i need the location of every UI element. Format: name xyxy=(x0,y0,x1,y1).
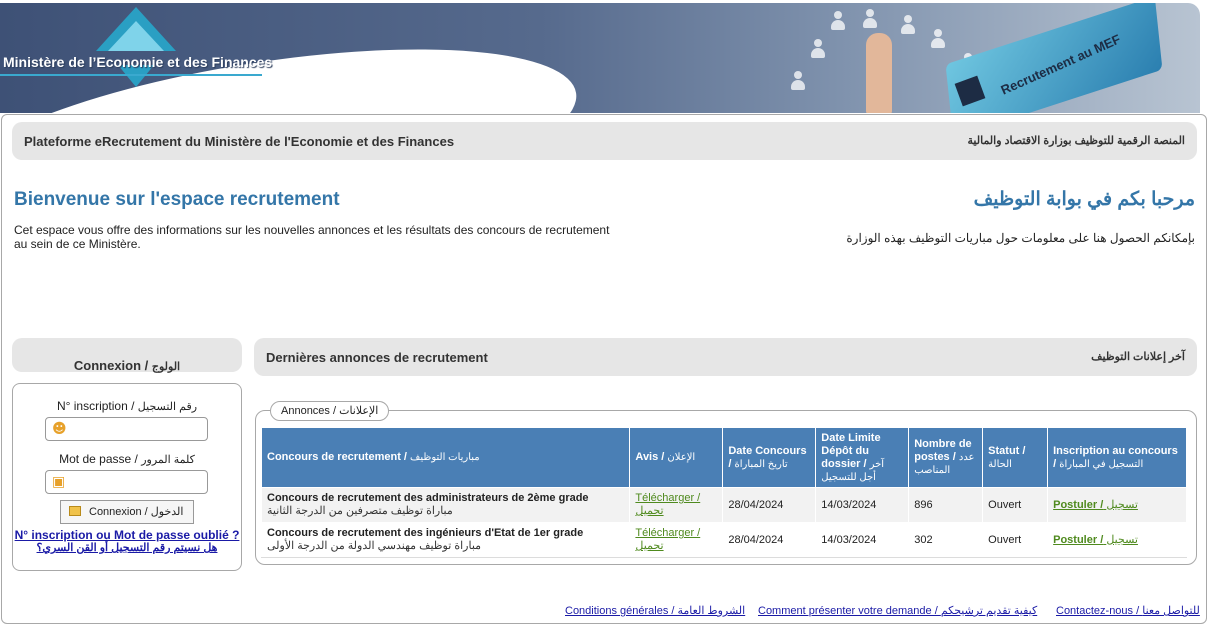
footer-howto-link[interactable]: Comment présenter votre demande / كيفية … xyxy=(758,604,1037,617)
user-icon: ☻ xyxy=(52,421,67,437)
platform-title-bar: Plateforme eRecrutement du Ministère de … xyxy=(12,122,1197,160)
announcements-title-fr: Dernières annonces de recrutement xyxy=(266,350,488,365)
login-header-label: Connexion / الولوج xyxy=(74,348,180,373)
announcements-header: Dernières annonces de recrutement آخر إع… xyxy=(254,338,1197,376)
inscription-label-ar: رقم التسجيل xyxy=(137,401,198,413)
nombre-postes: 896 xyxy=(908,487,984,523)
col-header-concours: Concours de recrutement / مباريات التوظي… xyxy=(260,427,631,488)
inscription-label: N° inscription / رقم التسجيل xyxy=(12,399,242,413)
avis-cell: Télécharger / تحميل xyxy=(629,522,724,558)
download-avis-link[interactable]: Télécharger / تحميل xyxy=(635,527,700,552)
postuler-link[interactable]: Postuler / تسجيل xyxy=(1053,534,1138,546)
statut: Ouvert xyxy=(982,487,1049,523)
col-header-postes: Nombre de postes / عدد المناصب xyxy=(908,427,984,488)
footer-contact-link[interactable]: Contactez-nous / للتواصل معنا xyxy=(1056,604,1200,617)
password-label-fr: Mot de passe / xyxy=(59,452,138,466)
table-row: Concours de recrutement des ingénieurs d… xyxy=(260,522,1187,558)
envelope-icon xyxy=(69,506,81,516)
login-header: Connexion / الولوج xyxy=(12,338,242,373)
password-label: Mot de passe / كلمة المرور xyxy=(12,452,242,466)
password-input[interactable]: ▣ xyxy=(45,470,208,494)
postuler-link[interactable]: Postuler / تسجيل xyxy=(1053,499,1138,511)
footer-conditions-link[interactable]: Conditions générales / الشروط العامة xyxy=(565,604,745,617)
inscription-label-fr: N° inscription / xyxy=(56,399,135,413)
platform-title-fr: Plateforme eRecrutement du Ministère de … xyxy=(24,134,455,149)
forgot-credentials-link[interactable]: N° inscription ou Mot de passe oublié ? … xyxy=(12,529,242,555)
nombre-postes: 302 xyxy=(908,522,984,558)
col-header-date-concours: Date Concours / تاريخ المباراة xyxy=(722,427,817,488)
login-header-ar: الولوج xyxy=(151,361,181,373)
inscription-cell: Postuler / تسجيل xyxy=(1047,522,1187,558)
ministry-underline xyxy=(0,74,262,76)
download-avis-link[interactable]: Télécharger / تحميل xyxy=(635,492,700,517)
login-button-fr: Connexion / xyxy=(89,506,148,518)
concours-title: Concours de recrutement des administrate… xyxy=(260,487,631,523)
date-concours: 28/04/2024 xyxy=(722,522,817,558)
login-button[interactable]: Connexion / الدخول xyxy=(60,500,194,524)
date-limite: 14/03/2024 xyxy=(815,487,910,523)
date-concours: 28/04/2024 xyxy=(722,487,817,523)
date-limite: 14/03/2024 xyxy=(815,522,910,558)
welcome-title-fr: Bienvenue sur l'espace recrutement xyxy=(14,189,340,210)
col-header-statut: Statut / الحالة xyxy=(982,427,1049,488)
inscription-input[interactable]: ☻ xyxy=(45,417,208,441)
announcements-title-ar: آخر إعلانات التوظيف xyxy=(1091,351,1185,363)
col-header-inscription: Inscription au concours / التسجيل في الم… xyxy=(1047,427,1187,488)
table-row: Concours de recrutement des administrate… xyxy=(260,487,1187,523)
ministry-name: Ministère de l’Economie et des Finances xyxy=(3,54,273,70)
header-banner: Ministère de l’Economie et des Finances … xyxy=(0,3,1200,113)
login-button-ar: الدخول xyxy=(150,506,184,518)
announcements-table: Concours de recrutement / مباريات التوظي… xyxy=(260,427,1187,558)
avis-cell: Télécharger / تحميل xyxy=(629,487,724,523)
col-header-avis: Avis / الإعلان xyxy=(629,427,724,488)
inscription-cell: Postuler / تسجيل xyxy=(1047,487,1187,523)
ministry-logo-inner-icon xyxy=(108,21,164,51)
announcements-legend: Annonces / الإعلانات xyxy=(270,401,390,421)
forgot-link-ar[interactable]: هل نسيتم رقم التسجيل أو القن السري؟ xyxy=(12,542,242,555)
concours-title: Concours de recrutement des ingénieurs d… xyxy=(260,522,631,558)
statut: Ouvert xyxy=(982,522,1049,558)
platform-title-ar: المنصة الرقمية للتوظيف بوزارة الاقتصاد و… xyxy=(967,135,1185,147)
welcome-text-ar: بإمكانكم الحصول هنا على معلومات حول مبار… xyxy=(846,231,1195,245)
password-label-ar: كلمة المرور xyxy=(141,454,195,466)
table-header-row: Concours de recrutement / مباريات التوظي… xyxy=(260,427,1187,488)
forgot-link-fr[interactable]: N° inscription ou Mot de passe oublié ? xyxy=(12,529,242,542)
lock-icon: ▣ xyxy=(52,474,66,490)
welcome-text-fr: Cet espace vous offre des informations s… xyxy=(14,223,610,251)
login-header-fr: Connexion / xyxy=(73,358,149,373)
pointing-hand-icon xyxy=(866,33,892,113)
col-header-date-limite: Date Limite Dépôt du dossier / آخر أجل ل… xyxy=(815,427,910,488)
welcome-title-ar: مرحبا بكم في بوابة التوظيف xyxy=(973,189,1195,210)
